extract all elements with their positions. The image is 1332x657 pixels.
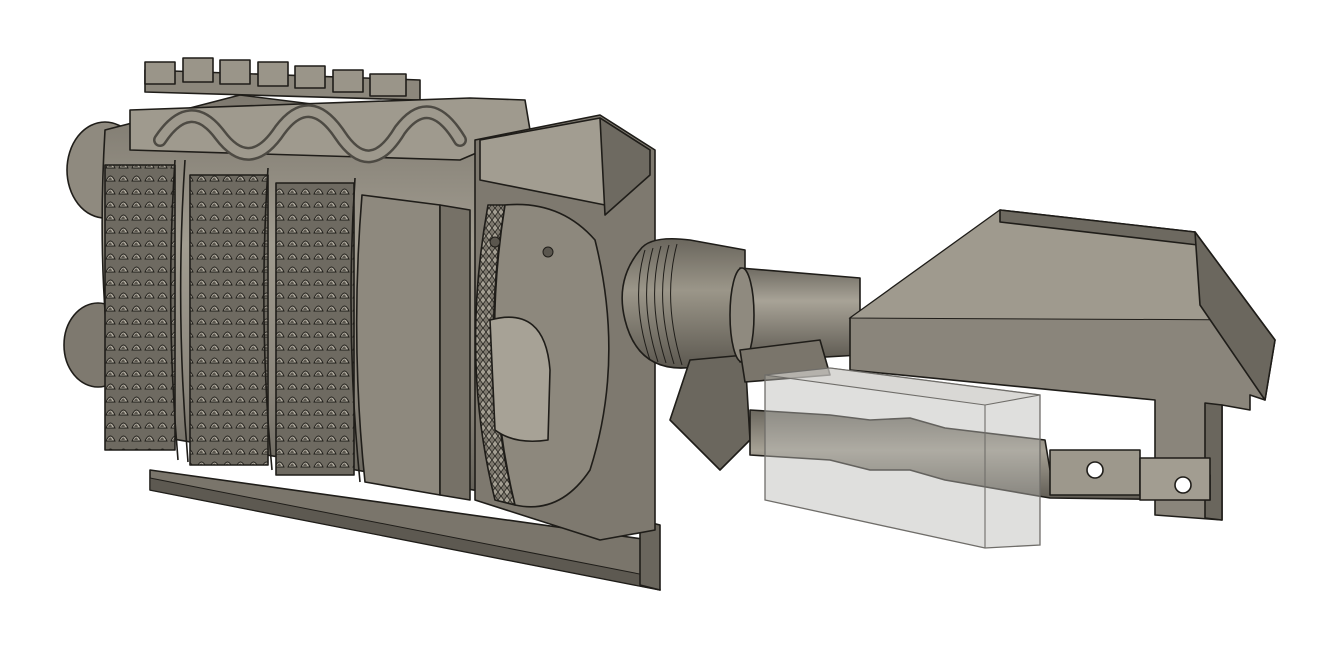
render-viewport [0,0,1332,657]
barrel-icon [729,267,861,383]
top-rail-icon [129,57,531,164]
transparent-box-icon [764,367,1041,549]
cad-render [63,57,1276,591]
